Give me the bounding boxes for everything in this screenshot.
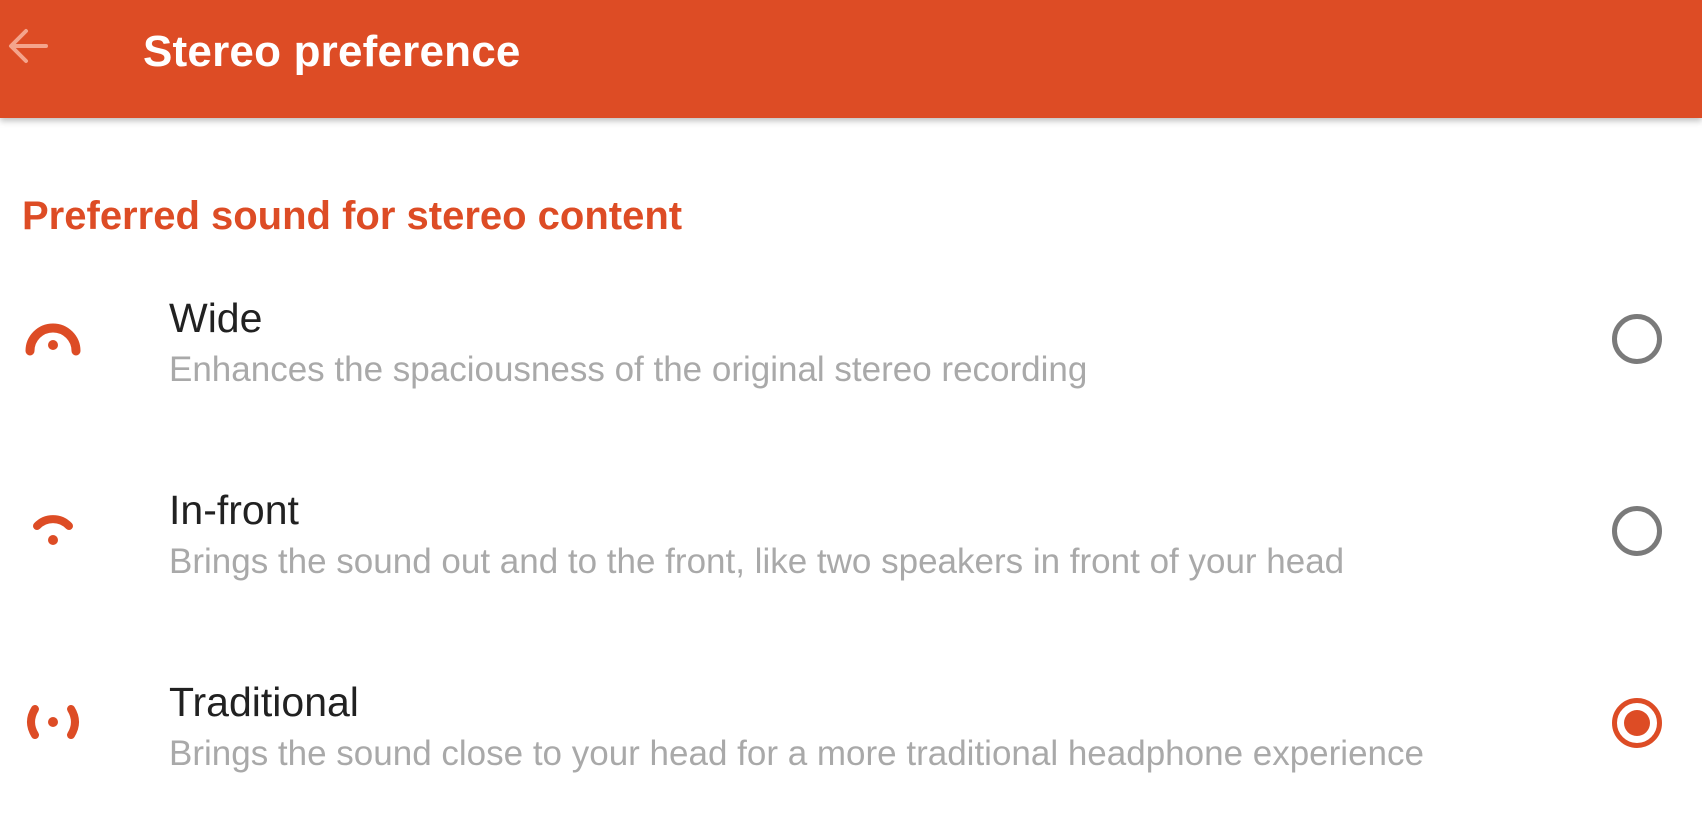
- option-description: Brings the sound close to your head for …: [169, 734, 1424, 773]
- option-wide[interactable]: Wide Enhances the spaciousness of the or…: [0, 285, 1702, 455]
- traditional-sound-icon: [27, 705, 79, 739]
- radio-in-front[interactable]: [1612, 506, 1662, 556]
- back-button[interactable]: [0, 14, 64, 78]
- option-title: Wide: [169, 295, 263, 341]
- option-description: Enhances the spaciousness of the origina…: [169, 350, 1088, 389]
- radio-selected-dot: [1624, 710, 1650, 736]
- wide-sound-icon: [25, 323, 81, 356]
- option-description: Brings the sound out and to the front, l…: [169, 542, 1345, 581]
- option-title: Traditional: [169, 679, 359, 725]
- radio-wide[interactable]: [1612, 314, 1662, 364]
- option-in-front[interactable]: In-front Brings the sound out and to the…: [0, 477, 1702, 647]
- option-traditional[interactable]: Traditional Brings the sound close to yo…: [0, 669, 1702, 839]
- arrow-left-icon: [9, 29, 48, 63]
- in-front-sound-icon: [33, 515, 73, 545]
- radio-traditional[interactable]: [1612, 698, 1662, 748]
- app-bar: Stereo preference: [0, 0, 1702, 118]
- page-title: Stereo preference: [143, 27, 521, 76]
- option-title: In-front: [169, 487, 299, 533]
- section-header: Preferred sound for stereo content: [22, 194, 683, 238]
